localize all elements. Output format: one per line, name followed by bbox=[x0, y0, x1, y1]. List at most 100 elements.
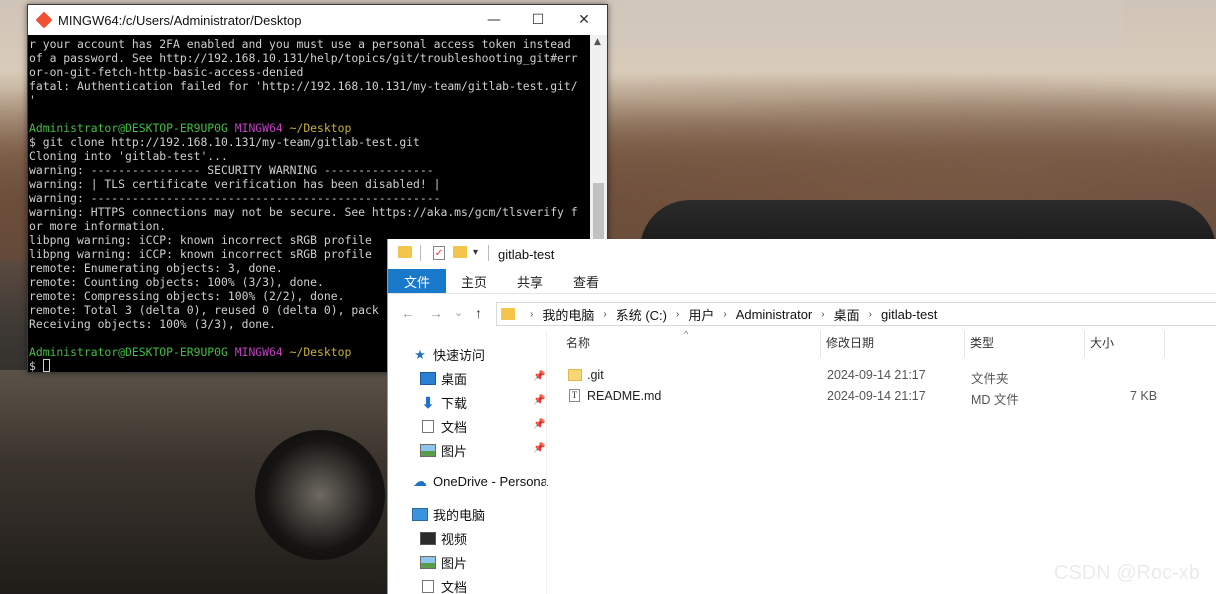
sidebar-item[interactable]: ☁ OneDrive - Persona bbox=[412, 473, 548, 490]
toolbar-divider bbox=[488, 245, 489, 261]
maximize-button[interactable]: ☐ bbox=[515, 5, 561, 35]
scroll-up-icon[interactable]: ▲ bbox=[594, 37, 601, 47]
breadcrumb-separator-icon[interactable]: › bbox=[869, 309, 872, 320]
terminal-line: of a password. See http://192.168.10.131… bbox=[29, 51, 589, 65]
computer-icon bbox=[412, 508, 428, 521]
terminal-line: or-on-git-fetch-http-basic-access-denied bbox=[29, 65, 589, 79]
pin-icon[interactable]: 📌 bbox=[533, 395, 545, 406]
breadcrumb-separator-icon[interactable]: › bbox=[603, 309, 606, 320]
tab-share[interactable]: 共享 bbox=[502, 269, 558, 293]
document-icon bbox=[422, 420, 434, 433]
properties-icon[interactable]: ✓ bbox=[433, 246, 445, 260]
ribbon-tabs: 文件 主页 共享 查看 bbox=[388, 269, 1216, 294]
sidebar-item[interactable]: ⬇ 下载 bbox=[420, 393, 467, 412]
breadcrumb-item[interactable]: 用户 bbox=[688, 305, 714, 324]
terminal-line: Cloning into 'gitlab-test'... bbox=[29, 149, 589, 163]
terminal-text: warning: -------------------------------… bbox=[29, 191, 441, 205]
column-header-type[interactable]: 类型 bbox=[970, 334, 994, 351]
terminal-text: ~/Desktop bbox=[289, 121, 352, 135]
pin-icon[interactable]: 📌 bbox=[533, 419, 545, 430]
forward-arrow-icon[interactable]: → bbox=[429, 305, 443, 321]
folder-icon bbox=[398, 246, 412, 258]
sidebar-item[interactable]: 文档 bbox=[420, 577, 467, 594]
sort-ascending-icon: ^ bbox=[684, 329, 689, 339]
sidebar-item[interactable]: 文档 bbox=[420, 417, 467, 436]
breadcrumb-item[interactable]: gitlab-test bbox=[881, 307, 937, 322]
breadcrumb-item[interactable]: 系统 (C:) bbox=[616, 305, 667, 324]
terminal-text: r your account has 2FA enabled and you m… bbox=[29, 37, 571, 51]
tab-file[interactable]: 文件 bbox=[388, 269, 447, 293]
address-bar[interactable]: › 我的电脑 › 系统 (C:) › 用户 › Administrator › 桌面 › gitlab… bbox=[496, 302, 1216, 326]
new-folder-icon[interactable] bbox=[453, 246, 467, 258]
column-divider[interactable] bbox=[820, 331, 821, 357]
column-divider[interactable] bbox=[1084, 331, 1085, 357]
folder-icon bbox=[568, 369, 582, 381]
up-arrow-icon[interactable]: ↑ bbox=[475, 305, 482, 321]
column-header-size[interactable]: 大小 bbox=[1090, 334, 1114, 351]
breadcrumb-separator-icon[interactable]: › bbox=[821, 309, 824, 320]
terminal-line: warning: -------------------------------… bbox=[29, 191, 589, 205]
sidebar-item[interactable]: ★ 快速访问 bbox=[412, 345, 485, 364]
terminal-text: warning: | TLS certificate verification … bbox=[29, 177, 441, 191]
terminal-text: warning: HTTPS connections may not be se… bbox=[29, 205, 578, 219]
terminal-text: fatal: Authentication failed for 'http:/… bbox=[29, 79, 578, 93]
breadcrumb-separator-icon[interactable]: › bbox=[676, 309, 679, 320]
folder-icon bbox=[501, 308, 515, 320]
wallpaper-truck-wheel bbox=[255, 430, 385, 560]
terminal-text: Cloning into 'gitlab-test'... bbox=[29, 149, 228, 163]
sidebar-item-label: 图片 bbox=[441, 556, 468, 571]
chevron-down-icon[interactable]: ▾ bbox=[473, 247, 478, 258]
terminal-line: fatal: Authentication failed for 'http:/… bbox=[29, 79, 589, 93]
breadcrumb-item[interactable]: Administrator bbox=[736, 307, 813, 322]
tab-view[interactable]: 查看 bbox=[558, 269, 614, 293]
column-header-modified[interactable]: 修改日期 bbox=[826, 334, 874, 351]
sidebar-item-label: 视频 bbox=[441, 532, 468, 547]
terminal-titlebar[interactable]: MINGW64:/c/Users/Administrator/Desktop —… bbox=[28, 5, 607, 35]
terminal-line: Administrator@DESKTOP-ER9UP0G MINGW64 ~/… bbox=[29, 121, 589, 135]
sidebar-item[interactable]: 图片 bbox=[420, 553, 467, 572]
terminal-line: $ git clone http://192.168.10.131/my-tea… bbox=[29, 135, 589, 149]
video-icon bbox=[420, 532, 436, 545]
breadcrumb-item[interactable]: 我的电脑 bbox=[542, 305, 594, 324]
tab-home[interactable]: 主页 bbox=[446, 269, 502, 293]
breadcrumb-separator-icon[interactable]: › bbox=[530, 309, 533, 320]
sidebar-item[interactable]: 视频 bbox=[420, 529, 467, 548]
sidebar-item-label: 图片 bbox=[441, 444, 468, 459]
pin-icon[interactable]: 📌 bbox=[533, 371, 545, 382]
file-row[interactable]: T README.md 2024-09-14 21:17 MD 文件 7 KB bbox=[563, 387, 1163, 407]
sidebar-item[interactable]: 桌面 bbox=[420, 369, 467, 388]
terminal-text: warning: ---------------- SECURITY WARNI… bbox=[29, 163, 434, 177]
sidebar-item-label: 下载 bbox=[441, 396, 468, 411]
file-name: README.md bbox=[587, 389, 662, 403]
breadcrumb-separator-icon[interactable]: › bbox=[723, 309, 726, 320]
close-button[interactable]: ✕ bbox=[561, 5, 607, 35]
sidebar-item-label: 桌面 bbox=[441, 372, 468, 387]
terminal-line: or more information. bbox=[29, 219, 589, 233]
file-explorer-window[interactable]: ✓ ▾ gitlab-test 文件 主页 共享 查看 ← → ⌄ ↑ › 我的电… bbox=[387, 239, 1216, 594]
recent-locations-icon[interactable]: ⌄ bbox=[454, 306, 463, 319]
terminal-text: remote: Total 3 (delta 0), reused 0 (del… bbox=[29, 303, 379, 317]
terminal-text: MINGW64 bbox=[234, 345, 290, 359]
minimize-button[interactable]: — bbox=[471, 5, 517, 35]
explorer-titlebar[interactable]: ✓ ▾ gitlab-test bbox=[388, 239, 1216, 269]
column-divider[interactable] bbox=[964, 331, 965, 357]
sidebar-item[interactable]: 图片 bbox=[420, 441, 467, 460]
desktop-icon bbox=[420, 372, 436, 385]
cloud-icon: ☁ bbox=[413, 473, 427, 489]
wallpaper-sky bbox=[606, 0, 1124, 48]
terminal-text: or-on-git-fetch-http-basic-access-denied bbox=[29, 65, 304, 79]
address-row: ← → ⌄ ↑ › 我的电脑 › 系统 (C:) › 用户 › Administrator › 桌… bbox=[388, 302, 1216, 326]
breadcrumb-item[interactable]: 桌面 bbox=[834, 305, 860, 324]
column-header-name[interactable]: 名称 bbox=[566, 334, 590, 351]
picture-icon bbox=[420, 444, 436, 457]
terminal-text: $ bbox=[29, 359, 43, 373]
text-file-icon: T bbox=[569, 389, 580, 402]
back-arrow-icon[interactable]: ← bbox=[401, 305, 415, 321]
file-row[interactable]: .git 2024-09-14 21:17 文件夹 bbox=[563, 366, 1163, 386]
sidebar-item-label: 快速访问 bbox=[433, 348, 486, 363]
pin-icon[interactable]: 📌 bbox=[533, 443, 545, 454]
sidebar-item[interactable]: 我的电脑 bbox=[412, 505, 485, 524]
file-modified-date: 2024-09-14 21:17 bbox=[827, 368, 926, 382]
terminal-text: or more information. bbox=[29, 219, 167, 233]
column-divider[interactable] bbox=[1164, 331, 1165, 357]
